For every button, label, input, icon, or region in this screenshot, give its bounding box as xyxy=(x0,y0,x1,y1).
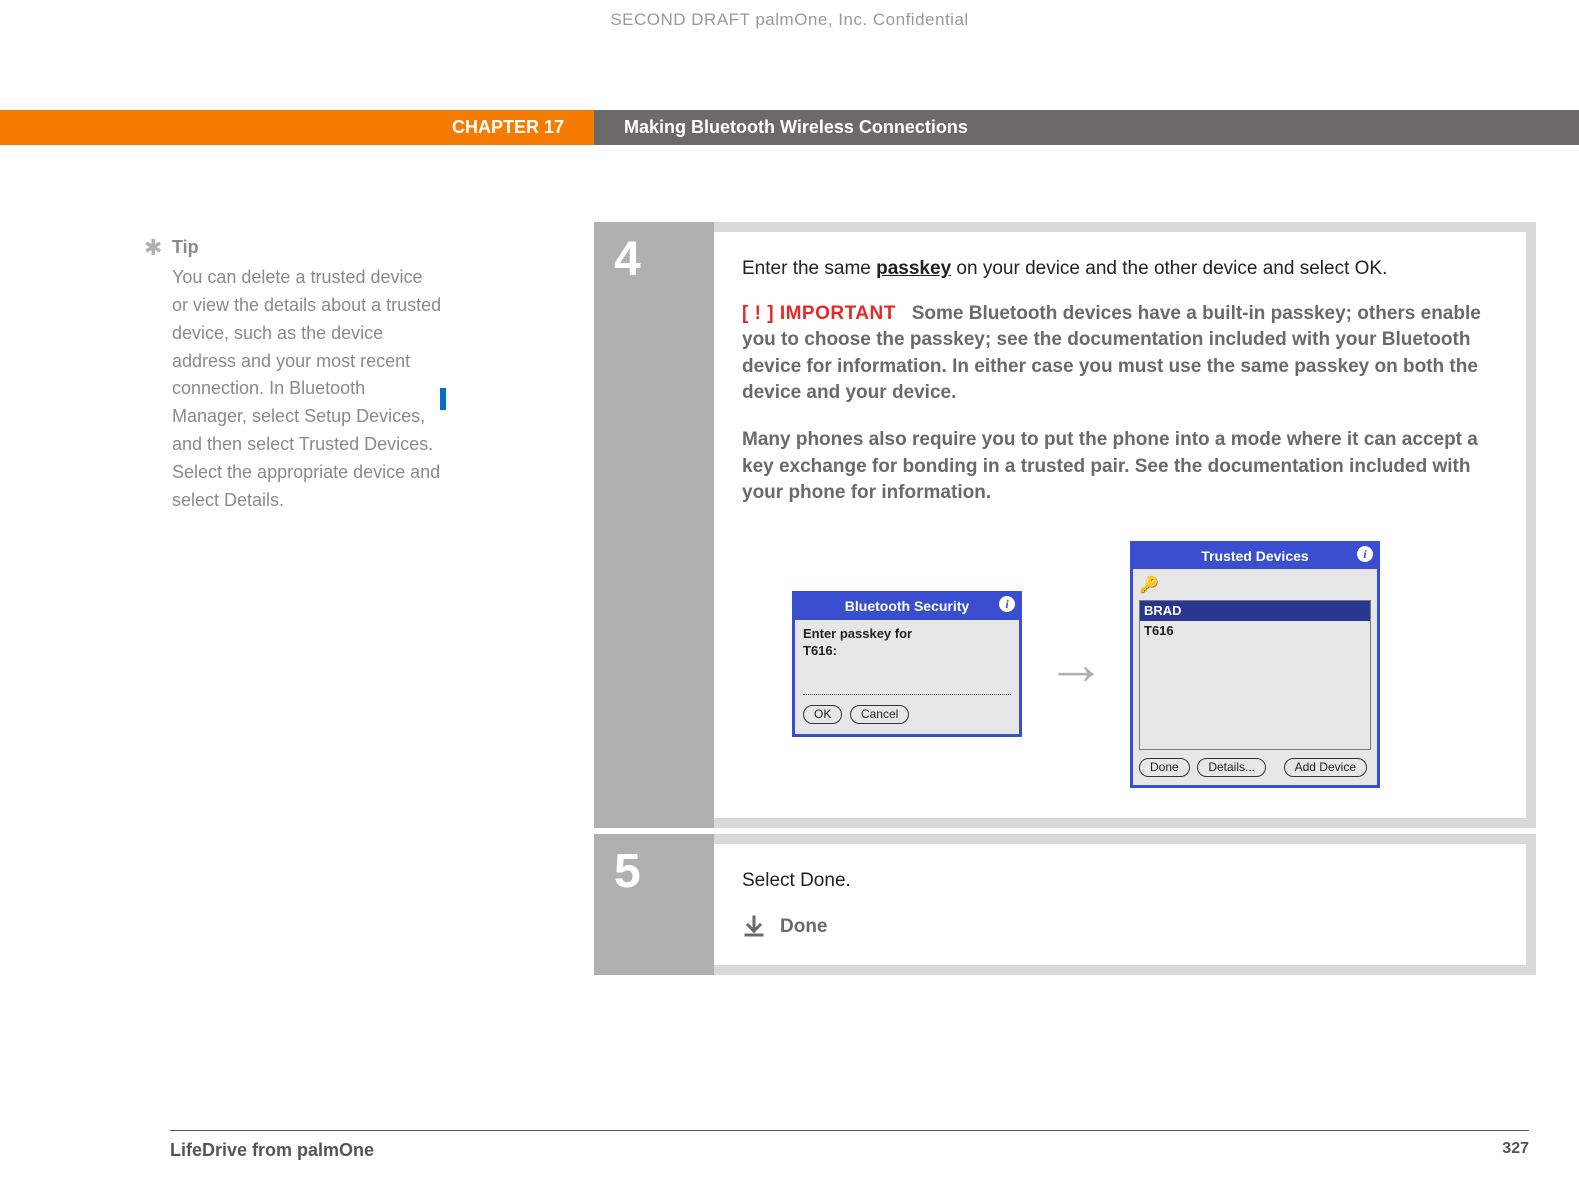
step-5-text: Select Done. xyxy=(742,868,1498,895)
page-number: 327 xyxy=(1502,1140,1529,1158)
done-row: Done xyxy=(742,914,1498,941)
trusted-body: 🔑 BRAD T616 Done Details... Add Device xyxy=(1133,569,1377,784)
key-icon: 🔑 xyxy=(1139,573,1159,599)
step-4-num-col: 4 xyxy=(594,222,714,828)
arrow-down-stop-icon xyxy=(742,915,766,939)
footer-rule xyxy=(170,1130,1529,1131)
trusted-buttons: Done Details... Add Device xyxy=(1139,758,1371,777)
cancel-button[interactable]: Cancel xyxy=(850,705,909,724)
tip-block: ✱ Tip You can delete a trusted device or… xyxy=(172,234,442,515)
watermark-text: SECOND DRAFT palmOne, Inc. Confidential xyxy=(0,10,1579,30)
step-4-intro: Enter the same passkey on your device an… xyxy=(742,256,1498,283)
important-tag: [ ! ] IMPORTANT xyxy=(742,303,896,324)
screenshots-row: Bluetooth Security i Enter passkey for T… xyxy=(742,541,1498,788)
ok-button[interactable]: OK xyxy=(803,705,842,724)
trusted-title: Trusted Devices i xyxy=(1133,544,1377,570)
step-4-row: 4 Enter the same passkey on your device … xyxy=(594,222,1536,828)
steps-panel: 4 Enter the same passkey on your device … xyxy=(594,222,1536,981)
tip-heading: Tip xyxy=(172,234,442,262)
phone-note: Many phones also require you to put the … xyxy=(742,427,1498,507)
change-bar-icon xyxy=(440,388,446,410)
passkey-link[interactable]: passkey xyxy=(876,258,951,279)
bt-security-title: Bluetooth Security i xyxy=(795,594,1019,620)
bluetooth-security-dialog: Bluetooth Security i Enter passkey for T… xyxy=(792,591,1022,737)
list-item[interactable]: T616 xyxy=(1140,621,1370,641)
step-4-body: Enter the same passkey on your device an… xyxy=(714,222,1536,828)
step-4-number: 4 xyxy=(614,236,714,284)
details-button[interactable]: Details... xyxy=(1197,758,1266,777)
info-icon[interactable]: i xyxy=(1357,546,1373,562)
trusted-devices-dialog: Trusted Devices i 🔑 BRAD T616 Done Deta xyxy=(1130,541,1380,788)
step-5-num-col: 5 xyxy=(594,834,714,975)
done-button[interactable]: Done xyxy=(1139,758,1190,777)
chapter-title: Making Bluetooth Wireless Connections xyxy=(624,117,968,138)
tip-star-icon: ✱ xyxy=(144,231,162,265)
trusted-title-text: Trusted Devices xyxy=(1201,548,1308,564)
info-icon[interactable]: i xyxy=(999,596,1015,612)
arrow-right-icon: → xyxy=(1046,622,1106,706)
step-5-row: 5 Select Done. Done xyxy=(594,834,1536,975)
step-5-body: Select Done. Done xyxy=(714,834,1536,975)
passkey-prompt-l1: Enter passkey for xyxy=(803,626,912,641)
chapter-bar: CHAPTER 17 Making Bluetooth Wireless Con… xyxy=(0,110,1579,145)
passkey-prompt: Enter passkey for T616: xyxy=(803,626,1011,660)
bt-security-title-text: Bluetooth Security xyxy=(845,598,969,614)
passkey-input[interactable] xyxy=(803,659,1011,695)
step4-intro-pre: Enter the same xyxy=(742,258,876,279)
done-label: Done xyxy=(780,914,828,941)
add-device-button[interactable]: Add Device xyxy=(1284,758,1367,777)
bt-security-body: Enter passkey for T616: OK Cancel xyxy=(795,620,1019,735)
passkey-prompt-l2: T616: xyxy=(803,643,837,658)
footer-product: LifeDrive from palmOne xyxy=(170,1140,374,1161)
trusted-device-list[interactable]: BRAD T616 xyxy=(1139,600,1371,750)
step4-intro-post: on your device and the other device and … xyxy=(951,258,1387,279)
important-block: [ ! ] IMPORTANT Some Bluetooth devices h… xyxy=(742,301,1498,407)
important-label: IMPORTANT xyxy=(780,303,896,324)
step-5-number: 5 xyxy=(614,848,714,896)
chapter-label: CHAPTER 17 xyxy=(452,117,564,138)
chapter-label-bg: CHAPTER 17 xyxy=(0,110,594,145)
tip-body: You can delete a trusted device or view … xyxy=(172,267,441,510)
list-item[interactable]: BRAD xyxy=(1140,601,1370,621)
chapter-title-bg: Making Bluetooth Wireless Connections xyxy=(594,110,1579,145)
